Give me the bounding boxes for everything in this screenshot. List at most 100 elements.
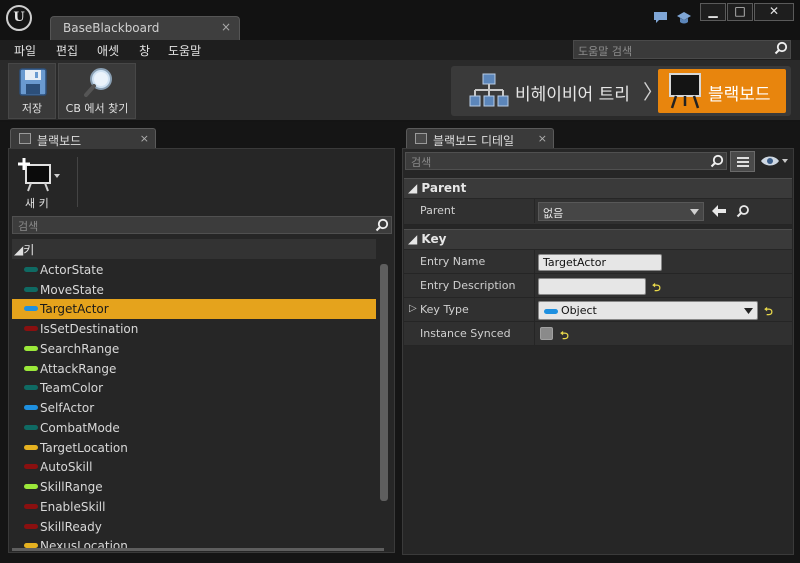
floppy-disk-icon xyxy=(19,68,47,96)
menu-file[interactable]: 파일 xyxy=(14,42,36,59)
menu-help[interactable]: 도움말 xyxy=(168,42,201,59)
view-options-button[interactable] xyxy=(730,151,755,172)
new-key-button[interactable]: 새 키 xyxy=(15,155,73,211)
close-window-button[interactable]: ✕ xyxy=(754,3,794,21)
tab-blackboard[interactable]: 블랙보드 × xyxy=(10,128,156,149)
menu-window[interactable]: 창 xyxy=(139,42,150,59)
parent-dropdown[interactable]: 없음 xyxy=(538,202,704,221)
mode-switcher: 비헤이비어 트리 〉 블랙보드 xyxy=(451,66,791,116)
entry-description-input[interactable] xyxy=(538,278,646,295)
instance-synced-checkbox[interactable] xyxy=(540,327,553,340)
entry-name-label: Entry Name xyxy=(420,255,486,268)
key-label: TeamColor xyxy=(40,381,104,395)
key-row-teamcolor[interactable]: TeamColor xyxy=(12,378,376,398)
tab-blackboard-label: 블랙보드 xyxy=(37,134,82,148)
details-tab-icon xyxy=(415,133,427,144)
key-row-autoskill[interactable]: AutoSkill xyxy=(12,457,376,477)
key-type-pill xyxy=(24,366,38,371)
blackboard-mode-button[interactable]: 블랙보드 xyxy=(658,69,786,113)
visibility-options-button[interactable] xyxy=(760,154,790,170)
key-row-skillrange[interactable]: SkillRange xyxy=(12,477,376,497)
menu-asset[interactable]: 애셋 xyxy=(97,42,119,59)
key-row-issetdestination[interactable]: IsSetDestination xyxy=(12,319,376,339)
entry-name-input[interactable]: TargetActor xyxy=(538,254,662,271)
reset-to-default-icon[interactable]: ⮌ xyxy=(764,303,773,322)
keys-category-header[interactable]: ◢키 xyxy=(12,239,376,259)
behavior-tree-mode-button[interactable]: 비헤이비어 트리 xyxy=(461,70,641,112)
key-label: SkillReady xyxy=(40,520,102,534)
key-label: IsSetDestination xyxy=(40,322,139,336)
key-label: SelfActor xyxy=(40,401,95,415)
key-type-value: Object xyxy=(561,304,597,317)
entry-description-label: Entry Description xyxy=(420,279,516,292)
key-row-actorstate[interactable]: ActorState xyxy=(12,260,376,280)
title-bar: U BaseBlackboard × ▁ □ ✕ xyxy=(0,0,800,40)
key-label: AutoSkill xyxy=(40,460,93,474)
key-category-label: ◢ Key xyxy=(408,232,447,246)
key-type-pill xyxy=(24,306,38,311)
key-type-dropdown[interactable]: Object xyxy=(538,301,758,320)
key-label: EnableSkill xyxy=(40,500,106,514)
close-tab-icon[interactable]: × xyxy=(221,20,231,34)
tab-blackboard-details[interactable]: 블랙보드 디테일 × xyxy=(406,128,554,149)
parent-value: 없음 xyxy=(543,207,564,220)
graduation-cap-icon[interactable] xyxy=(676,11,692,27)
browse-search-icon[interactable] xyxy=(736,204,750,218)
help-search-input[interactable]: 도움말 검색 xyxy=(573,40,791,59)
arrow-left-icon[interactable] xyxy=(712,205,726,217)
details-search-input[interactable]: 검색 xyxy=(405,152,727,170)
key-row-selfactor[interactable]: SelfActor xyxy=(12,398,376,418)
eye-icon xyxy=(761,156,788,166)
key-type-pill xyxy=(24,445,38,450)
key-row-skillready[interactable]: SkillReady xyxy=(12,517,376,537)
tab-details-label: 블랙보드 디테일 xyxy=(433,134,515,148)
instance-synced-row: Instance Synced ⮌ xyxy=(404,322,792,346)
key-type-pill xyxy=(24,405,38,410)
new-key-label: 새 키 xyxy=(25,197,49,210)
key-row-searchrange[interactable]: SearchRange xyxy=(12,339,376,359)
key-row-targetactor[interactable]: TargetActor xyxy=(12,299,376,319)
key-row-movestate[interactable]: MoveState xyxy=(12,280,376,300)
chat-bubble-icon[interactable] xyxy=(652,11,668,27)
reset-to-default-icon[interactable]: ⮌ xyxy=(652,279,661,298)
key-row-combatmode[interactable]: CombatMode xyxy=(12,418,376,438)
key-list-scrollbar[interactable] xyxy=(380,264,388,501)
save-button[interactable]: 저장 xyxy=(8,63,56,119)
maximize-button[interactable]: □ xyxy=(727,3,753,21)
key-row-targetlocation[interactable]: TargetLocation xyxy=(12,438,376,458)
blackboard-search-placeholder: 검색 xyxy=(18,220,39,233)
key-label: SearchRange xyxy=(40,342,120,356)
search-icon[interactable] xyxy=(774,41,788,59)
document-tab-label: BaseBlackboard xyxy=(63,21,160,35)
key-label: SkillRange xyxy=(40,480,103,494)
expand-arrow-icon[interactable]: ▷ xyxy=(409,303,417,314)
search-icon[interactable] xyxy=(710,152,724,172)
search-icon[interactable] xyxy=(375,216,389,236)
minimize-button[interactable]: ▁ xyxy=(700,3,726,21)
key-row-enableskill[interactable]: EnableSkill xyxy=(12,497,376,517)
blackboard-tab-icon xyxy=(19,133,31,144)
close-tab-icon[interactable]: × xyxy=(140,132,149,145)
key-label: TargetActor xyxy=(40,302,109,316)
key-type-pill xyxy=(24,287,38,292)
key-row-attackrange[interactable]: AttackRange xyxy=(12,359,376,379)
horizontal-scrollbar[interactable] xyxy=(12,548,384,551)
reset-to-default-icon[interactable]: ⮌ xyxy=(560,327,569,346)
column-divider xyxy=(534,199,535,223)
key-category-header[interactable]: ◢ Key xyxy=(404,229,792,249)
chevron-down-icon xyxy=(690,209,699,215)
entry-name-row: Entry Name TargetActor xyxy=(404,250,792,274)
behavior-tree-label: 비헤이비어 트리 xyxy=(515,85,630,105)
blackboard-search-input[interactable]: 검색 xyxy=(12,216,392,234)
close-tab-icon[interactable]: × xyxy=(538,132,547,145)
unreal-logo-icon[interactable]: U xyxy=(6,5,32,31)
find-in-content-browser-button[interactable]: CB 에서 찾기 xyxy=(58,63,136,119)
key-type-pill xyxy=(24,464,38,469)
parent-category-header[interactable]: ◢ Parent xyxy=(404,178,792,198)
menu-edit[interactable]: 편집 xyxy=(56,42,78,59)
document-tab-baseblackboard[interactable]: BaseBlackboard × xyxy=(50,16,240,40)
magnifier-icon xyxy=(84,68,112,97)
key-type-row: ▷ Key Type Object ⮌ xyxy=(404,298,792,322)
key-label: AttackRange xyxy=(40,362,117,376)
tree-hierarchy-icon xyxy=(469,73,509,107)
